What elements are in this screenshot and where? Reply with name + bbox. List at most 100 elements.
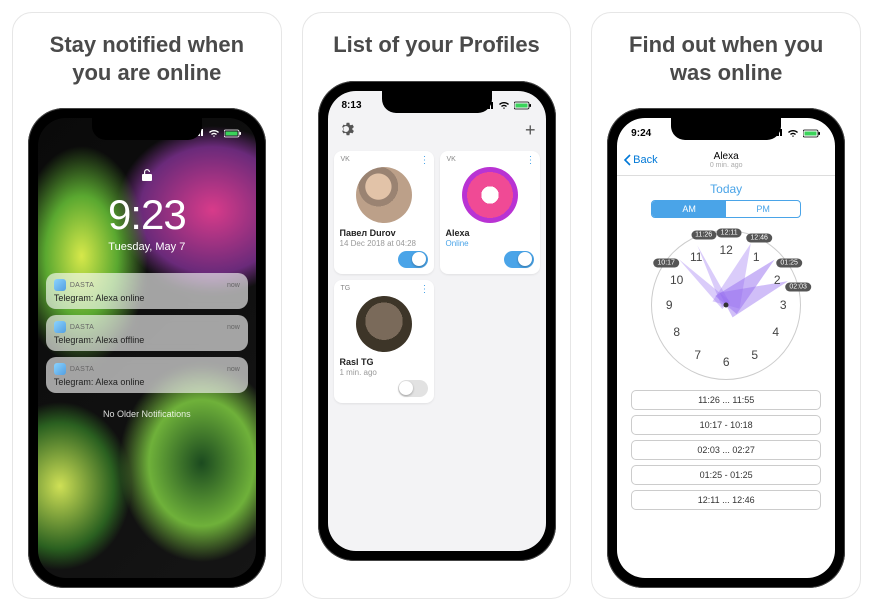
wifi-icon	[498, 101, 510, 110]
notify-toggle[interactable]	[398, 380, 428, 397]
signal-icon	[482, 102, 494, 110]
avatar	[356, 296, 412, 352]
avatar	[356, 167, 412, 223]
notify-toggle[interactable]	[398, 251, 428, 268]
card-menu-icon[interactable]: ⋮	[526, 155, 535, 166]
status-time: 8:13	[342, 100, 362, 111]
time-chip: 12:46	[746, 233, 772, 242]
profile-source-tag: VK	[341, 156, 350, 163]
profile-name: Rasl TG	[340, 357, 428, 367]
notification-stack: DASTA now Telegram: Alexa online DASTA n…	[46, 273, 248, 419]
lock-icon	[141, 168, 153, 185]
back-button[interactable]: Back	[623, 154, 657, 166]
notification-time: now	[227, 366, 240, 373]
clock-number: 9	[666, 298, 673, 312]
app-icon	[54, 321, 66, 333]
phone-frame: 9:23 Tuesday, May 7 DASTA now Telegram: …	[28, 108, 266, 588]
time-chip: 10:17	[653, 259, 679, 268]
notification-app: DASTA	[70, 366, 223, 373]
lock-date: Tuesday, May 7	[108, 241, 185, 253]
notification[interactable]: DASTA now Telegram: Alexa online	[46, 357, 248, 393]
battery-icon	[514, 101, 532, 110]
clock-face: 12 1 2 3 4 5 6 7 8 9 10 11 11:26 12:46 0…	[651, 230, 801, 380]
notification[interactable]: DASTA now Telegram: Alexa online	[46, 273, 248, 309]
status-time: 9:24	[631, 128, 651, 139]
slide-profiles: List of your Profiles 8:13	[302, 12, 572, 599]
notification-body: Telegram: Alexa online	[54, 377, 240, 387]
time-ranges-list: 11:26 ... 11:55 10:17 - 10:18 02:03 ... …	[631, 390, 821, 510]
time-chip: 02:03	[785, 283, 811, 292]
nav-bar: Back Alexa 0 min. ago	[617, 144, 835, 176]
clock-number: 10	[670, 273, 683, 287]
phone-screen: 9:24 Back	[617, 118, 835, 578]
battery-icon	[224, 129, 242, 138]
app-icon	[54, 363, 66, 375]
phone-frame: 9:24 Back	[607, 108, 845, 588]
phone-screen: 8:13 +	[328, 91, 546, 551]
clock-number: 1	[753, 250, 760, 264]
clock-number: 4	[772, 325, 779, 339]
time-chip: 11:26	[691, 230, 716, 239]
phone-screen: 9:23 Tuesday, May 7 DASTA now Telegram: …	[38, 118, 256, 578]
clock-number: 3	[780, 298, 787, 312]
status-bar: 8:13	[328, 91, 546, 117]
notify-toggle[interactable]	[504, 251, 534, 268]
notification-body: Telegram: Alexa offline	[54, 335, 240, 345]
slide-title: List of your Profiles	[315, 13, 558, 81]
segment-am[interactable]: AM	[652, 201, 726, 217]
segment-pm[interactable]: PM	[726, 201, 800, 217]
profile-source-tag: TG	[341, 285, 351, 292]
slide-title: Stay notified when you are online	[13, 13, 281, 108]
slide-detail: Find out when you was online 9:24	[591, 12, 861, 599]
battery-icon	[803, 129, 821, 138]
lock-time: 9:23	[108, 191, 186, 239]
profile-card[interactable]: VK ⋮ Alexa Online	[440, 151, 540, 274]
clock-number: 11	[690, 250, 702, 264]
notification[interactable]: DASTA now Telegram: Alexa offline	[46, 315, 248, 351]
today-label: Today	[617, 182, 835, 196]
time-range-row[interactable]: 11:26 ... 11:55	[631, 390, 821, 410]
time-range-row[interactable]: 02:03 ... 02:27	[631, 440, 821, 460]
app-icon	[54, 279, 66, 291]
status-bar	[38, 118, 256, 144]
profile-source-tag: VK	[447, 156, 456, 163]
add-button[interactable]: +	[525, 120, 536, 141]
profile-name: Павел Durov	[340, 228, 428, 238]
notification-time: now	[227, 282, 240, 289]
no-older-label: No Older Notifications	[46, 409, 248, 419]
slide-notifications: Stay notified when you are online	[12, 12, 282, 599]
clock-number: 7	[694, 348, 701, 362]
time-chip: 01:25	[776, 259, 802, 268]
notification-app: DASTA	[70, 282, 223, 289]
signal-icon	[771, 129, 783, 137]
time-chip: 12:11	[717, 229, 742, 238]
time-range-row[interactable]: 01:25 - 01:25	[631, 465, 821, 485]
profile-name: Alexa	[446, 228, 534, 238]
ampm-segment[interactable]: AM PM	[651, 200, 801, 218]
card-menu-icon[interactable]: ⋮	[420, 155, 429, 166]
signal-icon	[192, 129, 204, 137]
time-range-row[interactable]: 12:11 ... 12:46	[631, 490, 821, 510]
clock-number: 2	[774, 273, 781, 287]
clock-number: 6	[723, 355, 730, 369]
avatar	[462, 167, 518, 223]
status-bar: 9:24	[617, 118, 835, 144]
clock-number: 12	[719, 243, 732, 257]
wifi-icon	[208, 129, 220, 138]
profile-grid: VK ⋮ Павел Durov 14 Dec 2018 at 04:28 VK…	[328, 145, 546, 409]
profile-card[interactable]: VK ⋮ Павел Durov 14 Dec 2018 at 04:28	[334, 151, 434, 274]
card-menu-icon[interactable]: ⋮	[420, 284, 429, 295]
wifi-icon	[787, 129, 799, 138]
phone-frame: 8:13 +	[318, 81, 556, 561]
chevron-left-icon	[623, 154, 631, 166]
clock-number: 5	[751, 348, 758, 362]
profile-status: 1 min. ago	[340, 368, 428, 377]
notification-body: Telegram: Alexa online	[54, 293, 240, 303]
settings-button[interactable]	[338, 121, 354, 141]
notification-time: now	[227, 324, 240, 331]
profile-card[interactable]: TG ⋮ Rasl TG 1 min. ago	[334, 280, 434, 403]
profile-status: 14 Dec 2018 at 04:28	[340, 239, 428, 248]
time-range-row[interactable]: 10:17 - 10:18	[631, 415, 821, 435]
profile-status: Online	[446, 239, 534, 248]
slide-title: Find out when you was online	[592, 13, 860, 108]
